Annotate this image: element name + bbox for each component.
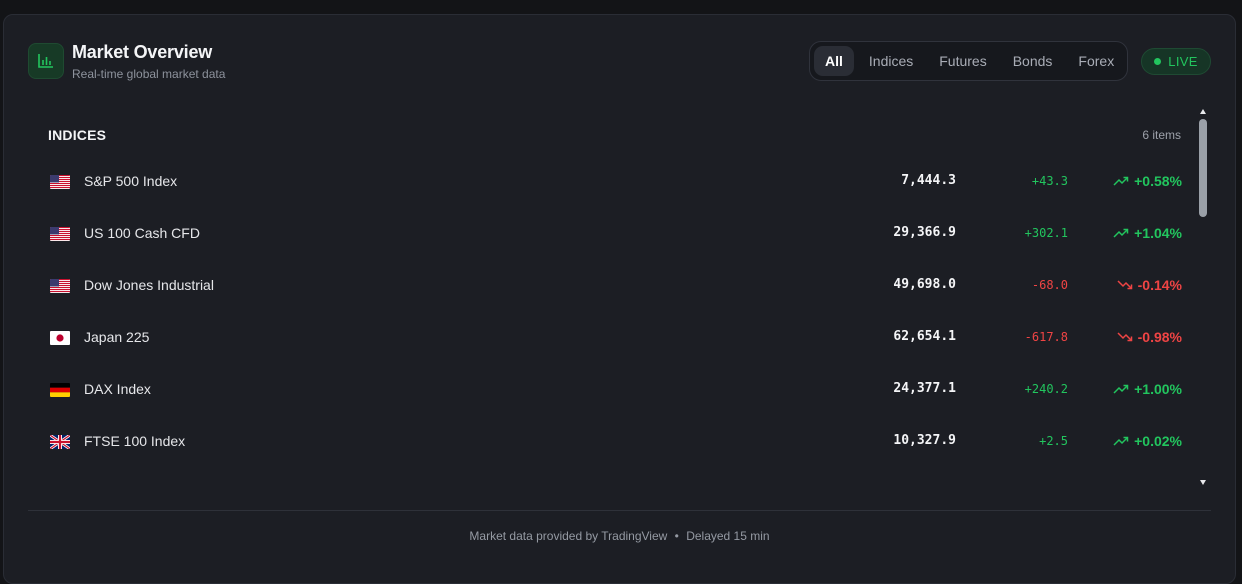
market-list: INDICES 6 items S&P 500 Index 7,444.3 +4… [28,107,1211,487]
live-label: LIVE [1168,54,1198,69]
de-flag-icon [50,383,70,397]
instrument-price: 24,377.1 [893,381,956,396]
instrument-name: FTSE 100 Index [84,433,186,449]
instrument-name: Japan 225 [84,329,150,345]
jp-flag-icon [50,331,70,345]
instrument-price: 10,327.9 [893,433,956,448]
footer-divider [28,510,1211,511]
trend-icon [1113,225,1129,241]
instrument-name: US 100 Cash CFD [84,225,200,241]
instrument-change: -68.0 [1031,278,1068,292]
tab-futures[interactable]: Futures [928,46,997,76]
footer-attribution: Market data provided by TradingView • De… [4,529,1235,543]
table-row[interactable]: Japan 225 62,654.1 -617.8 -0.98% [28,311,1188,363]
scroll-down-arrow-icon[interactable] [1200,480,1206,485]
table-row[interactable]: FTSE 100 Index 10,327.9 +2.5 +0.02% [28,415,1188,467]
category-tabs: All Indices Futures Bonds Forex [809,41,1128,81]
us-flag-icon [50,227,70,241]
footer-source: Market data provided by TradingView [469,529,668,543]
table-row[interactable]: US 100 Cash CFD 29,366.9 +302.1 +1.04% [28,207,1188,259]
instrument-percent: +1.00% [1113,381,1182,397]
page-subtitle: Real-time global market data [72,67,226,81]
scrollbar[interactable] [1197,107,1209,487]
percent-value: +1.04% [1134,225,1182,241]
trend-icon [1113,381,1129,397]
trend-icon [1113,433,1129,449]
percent-value: +0.02% [1134,433,1182,449]
instrument-change: -617.8 [1024,330,1068,344]
instrument-price: 7,444.3 [901,173,956,188]
gb-flag-icon [50,435,70,449]
us-flag-icon [50,279,70,293]
instrument-percent: -0.14% [1117,277,1182,293]
live-badge: LIVE [1141,48,1211,75]
instrument-price: 49,698.0 [893,277,956,292]
table-row[interactable]: Dow Jones Industrial 49,698.0 -68.0 -0.1… [28,259,1188,311]
page-title: Market Overview [72,42,213,62]
instrument-price: 29,366.9 [893,225,956,240]
tab-forex[interactable]: Forex [1067,46,1125,76]
instrument-percent: -0.98% [1117,329,1182,345]
trend-icon [1117,329,1133,345]
instrument-change: +2.5 [1039,434,1068,448]
tab-indices[interactable]: Indices [858,46,924,76]
tab-all[interactable]: All [814,46,854,76]
instrument-change: +302.1 [1024,226,1068,240]
instrument-change: +240.2 [1024,382,1068,396]
trend-icon [1117,277,1133,293]
instrument-change: +43.3 [1031,174,1068,188]
scrollbar-thumb[interactable] [1199,119,1207,217]
section-title: INDICES [48,127,107,143]
trend-icon [1113,173,1129,189]
live-dot-icon [1154,58,1162,65]
percent-value: +0.58% [1134,173,1182,189]
table-row[interactable]: DAX Index 24,377.1 +240.2 +1.00% [28,363,1188,415]
rows-container: S&P 500 Index 7,444.3 +43.3 +0.58% US 10… [28,155,1188,467]
percent-value: -0.98% [1137,329,1182,345]
percent-value: -0.14% [1137,277,1182,293]
footer-separator: • [674,529,679,543]
scroll-up-arrow-icon[interactable] [1200,109,1206,114]
table-row[interactable]: S&P 500 Index 7,444.3 +43.3 +0.58% [28,155,1188,207]
instrument-name: DAX Index [84,381,151,397]
instrument-name: Dow Jones Industrial [84,277,214,293]
bar-chart-icon [28,43,64,79]
instrument-percent: +0.02% [1113,433,1182,449]
section-count: 6 items [1142,128,1181,142]
instrument-name: S&P 500 Index [84,173,178,189]
instrument-percent: +1.04% [1113,225,1182,241]
percent-value: +1.00% [1134,381,1182,397]
market-overview-card: Market Overview Real-time global market … [3,14,1236,584]
footer-delay: Delayed 15 min [686,529,770,543]
instrument-price: 62,654.1 [893,329,956,344]
tab-bonds[interactable]: Bonds [1002,46,1064,76]
card-header: Market Overview Real-time global market … [4,15,1235,105]
instrument-percent: +0.58% [1113,173,1182,189]
us-flag-icon [50,175,70,189]
